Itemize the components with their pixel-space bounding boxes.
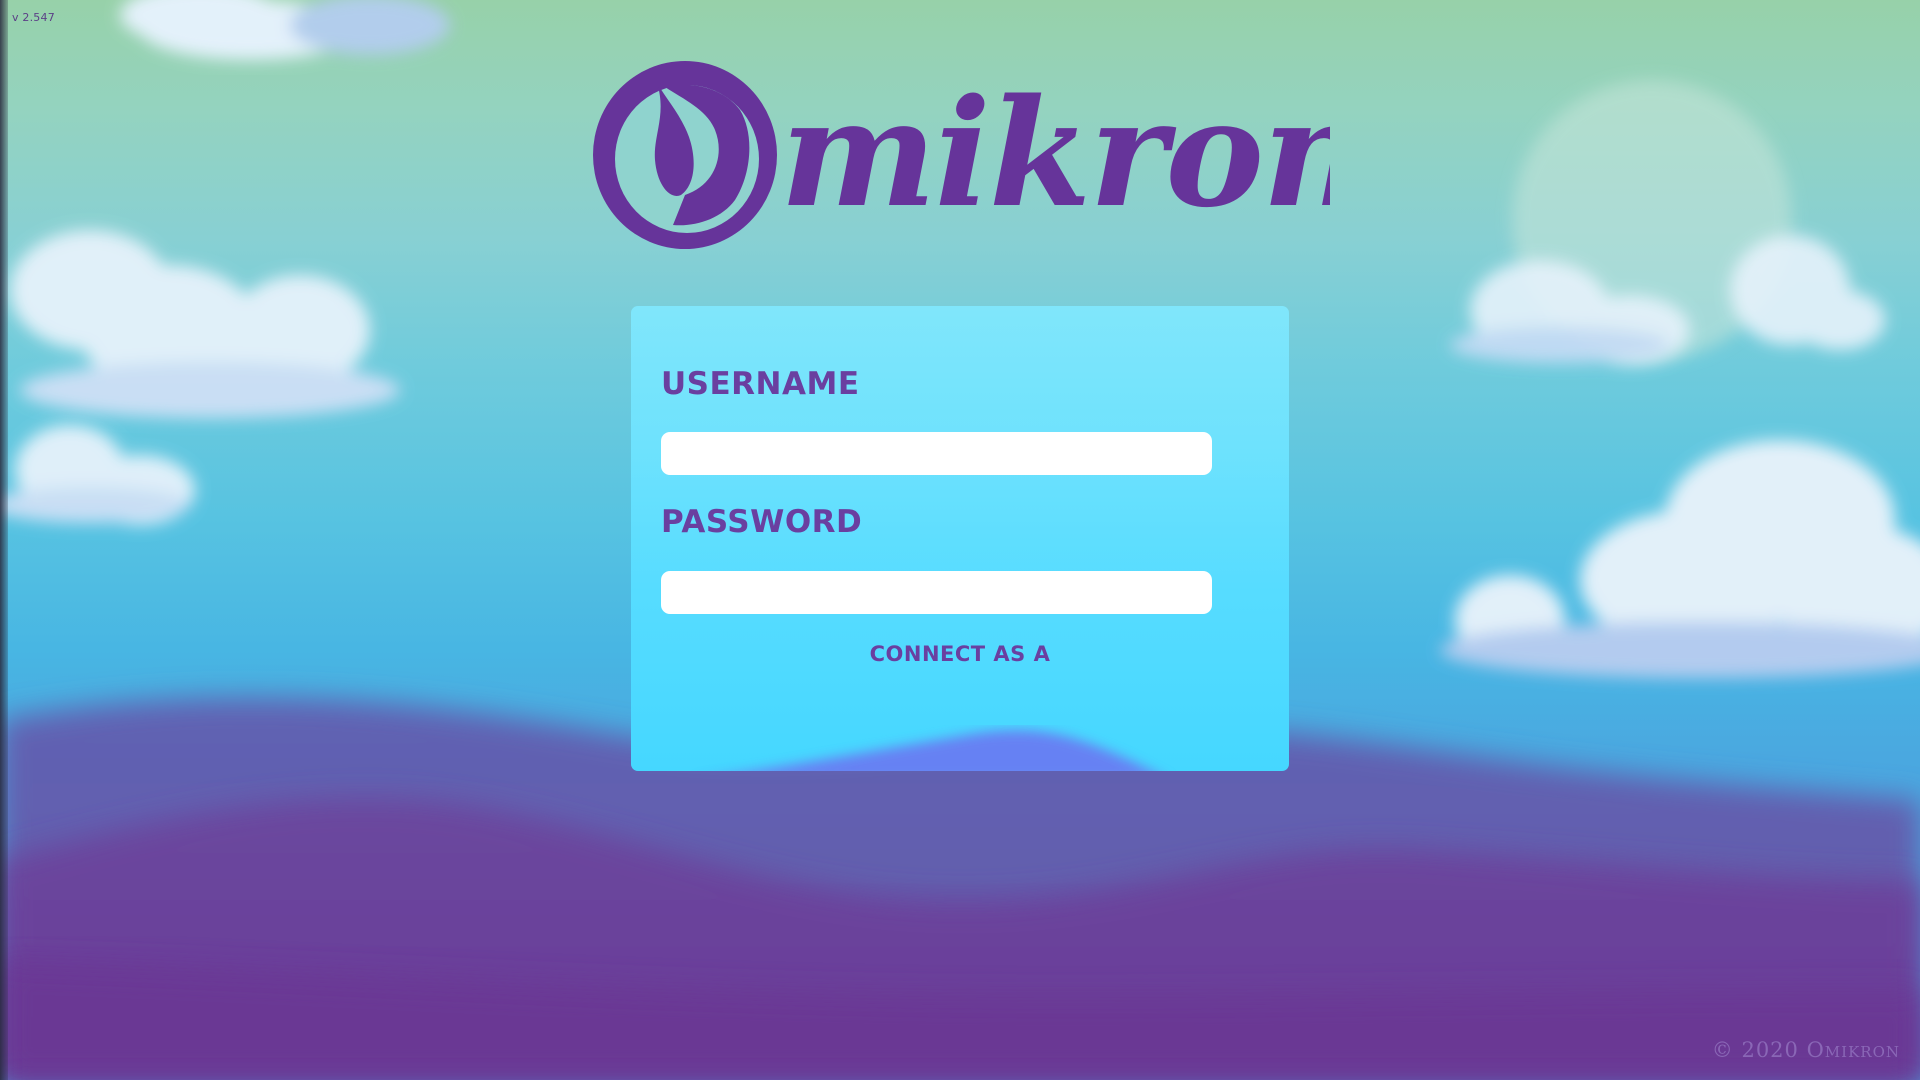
password-field[interactable] (661, 571, 1212, 614)
connect-button[interactable]: Connect as a (631, 642, 1289, 666)
password-label: Password (661, 504, 863, 540)
username-label: Username (661, 366, 860, 402)
cloud-top (120, 0, 450, 60)
logo-emblem (593, 61, 777, 249)
omikron-logo: mikron (593, 61, 1330, 249)
cloud-left-large (10, 230, 400, 418)
window-edge-shadow (0, 0, 8, 1080)
username-field[interactable] (661, 432, 1212, 475)
version-label: v 2.547 (12, 11, 55, 24)
cloud-right-lower (1440, 440, 1920, 678)
copyright-notice: © 2020 Omikron (1711, 1038, 1900, 1062)
logo-wordmark: mikron (780, 66, 1330, 240)
login-panel: Username Password Connect as a (631, 306, 1289, 771)
panel-wave-decoration (755, 730, 1151, 771)
cloud-left-small (0, 425, 195, 525)
